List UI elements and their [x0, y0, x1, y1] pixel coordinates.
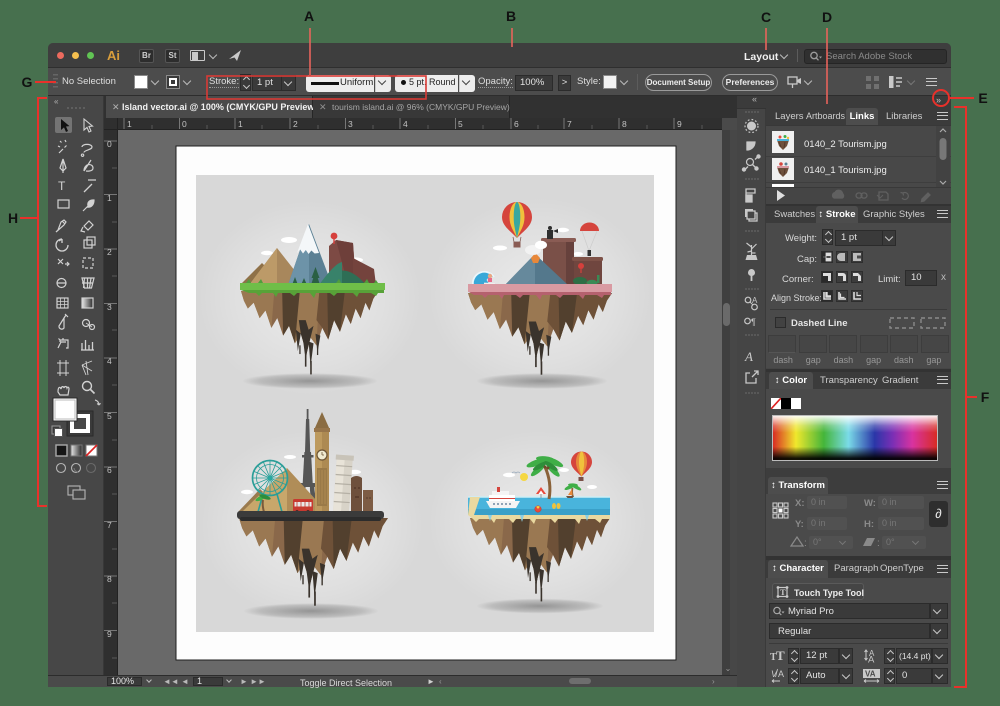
- svg-text:B: B: [506, 8, 516, 24]
- svg-text:A: A: [304, 8, 314, 24]
- svg-text:F: F: [981, 389, 990, 405]
- svg-text:E: E: [978, 90, 987, 106]
- svg-text:H: H: [8, 210, 18, 226]
- svg-text:D: D: [822, 9, 832, 25]
- svg-text:C: C: [761, 9, 771, 25]
- svg-text:G: G: [22, 74, 33, 90]
